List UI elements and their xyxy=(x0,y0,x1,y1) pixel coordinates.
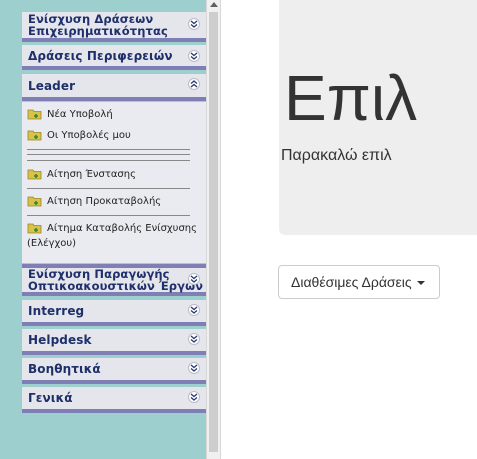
folder-add-icon xyxy=(27,196,42,207)
double-chevron-down-icon[interactable] xyxy=(188,273,200,285)
menu-header-audiovisual[interactable]: Ενίσχυση Παραγωγής Οπτικοακουστικών Έργω… xyxy=(22,264,206,296)
double-chevron-down-icon[interactable] xyxy=(188,362,200,374)
caret-down-icon xyxy=(416,281,425,285)
main-content: Επιλ Παρακαλώ επιλ Διαθέσιμες Δράσεις xyxy=(221,0,477,459)
menu-header-label: Ενίσχυση Δράσεων Επιχειρηματικότητας xyxy=(28,13,206,37)
submenu-item-new-submission[interactable]: Νέα Υποβολή xyxy=(27,107,113,122)
divider xyxy=(27,160,190,161)
leader-submenu: Νέα Υποβολή Οι Υποβολές μου Αίτηση Ένστα… xyxy=(22,102,206,263)
submenu-item-payment-request[interactable]: Αίτημα Καταβολής Ενίσχυσης (Ελέγχου) xyxy=(22,221,197,251)
menu-header-label-line: Οπτικοακουστικών Έργων xyxy=(28,279,204,293)
menu-header-leader[interactable]: Leader xyxy=(22,74,206,101)
menu-header-helpdesk[interactable]: Helpdesk xyxy=(22,329,206,355)
submenu-item-my-submissions[interactable]: Οι Υποβολές μου xyxy=(27,128,131,143)
double-chevron-up-icon[interactable] xyxy=(188,78,200,90)
dropdown-label: Διαθέσιμες Δράσεις xyxy=(291,274,412,290)
page-title: Επιλ xyxy=(284,62,418,134)
scrollbar-thumb[interactable] xyxy=(209,12,218,452)
submenu-item-label: Αίτηση Προκαταβολής xyxy=(47,196,162,207)
available-actions-dropdown[interactable]: Διαθέσιμες Δράσεις xyxy=(278,265,440,299)
menu-header-label: Interreg xyxy=(28,304,85,318)
lead-text: Παρακαλώ επιλ xyxy=(281,147,392,164)
menu-header-label: Βοηθητικά xyxy=(28,362,101,376)
double-chevron-down-icon[interactable] xyxy=(188,18,200,30)
sidebar: Ενίσχυση Δράσεων Επιχειρηματικότητας Δρά… xyxy=(0,0,206,459)
double-chevron-down-icon[interactable] xyxy=(188,50,200,62)
vertical-scrollbar[interactable] xyxy=(206,0,221,459)
submenu-item-label: Οι Υποβολές μου xyxy=(47,130,131,141)
double-chevron-down-icon[interactable] xyxy=(188,304,200,316)
double-chevron-down-icon[interactable] xyxy=(188,391,200,403)
divider xyxy=(27,188,190,189)
folder-add-icon xyxy=(27,109,42,120)
submenu-item-label: Αίτημα Καταβολής Ενίσχυσης (Ελέγχου) xyxy=(27,223,198,249)
folder-add-icon xyxy=(27,169,42,180)
menu-header-general[interactable]: Γενικά xyxy=(22,387,206,413)
double-chevron-down-icon[interactable] xyxy=(188,333,200,345)
menu-header-label: Δράσεις Περιφερειών xyxy=(28,48,173,63)
scroll-up-arrow-icon[interactable] xyxy=(210,2,218,7)
submenu-item-advance-request[interactable]: Αίτηση Προκαταβολής xyxy=(27,194,161,209)
jumbotron: Επιλ Παρακαλώ επιλ xyxy=(279,0,477,235)
menu-header-regional-actions[interactable]: Δράσεις Περιφερειών xyxy=(22,45,206,70)
submenu-item-label: Νέα Υποβολή xyxy=(47,109,113,120)
menu-header-label: Γενικά xyxy=(28,391,73,405)
menu-header-label: Ενίσχυση Παραγωγής Οπτικοακουστικών Έργω… xyxy=(28,268,206,292)
menu-header-label: Leader xyxy=(28,78,76,93)
menu-header-interreg[interactable]: Interreg xyxy=(22,300,206,326)
menu-header-business-actions[interactable]: Ενίσχυση Δράσεων Επιχειρηματικότητας xyxy=(22,12,206,42)
menu-header-label: Helpdesk xyxy=(28,333,92,347)
menu-header-auxiliary[interactable]: Βοηθητικά xyxy=(22,358,206,384)
submenu-item-objection-request[interactable]: Αίτηση Ένστασης xyxy=(27,167,136,182)
menu-header-label-line: Επιχειρηματικότητας xyxy=(28,24,168,38)
folder-add-icon xyxy=(27,130,42,141)
divider xyxy=(27,154,190,155)
divider xyxy=(27,149,190,150)
divider xyxy=(27,215,190,216)
submenu-item-label: Αίτηση Ένστασης xyxy=(47,169,136,180)
